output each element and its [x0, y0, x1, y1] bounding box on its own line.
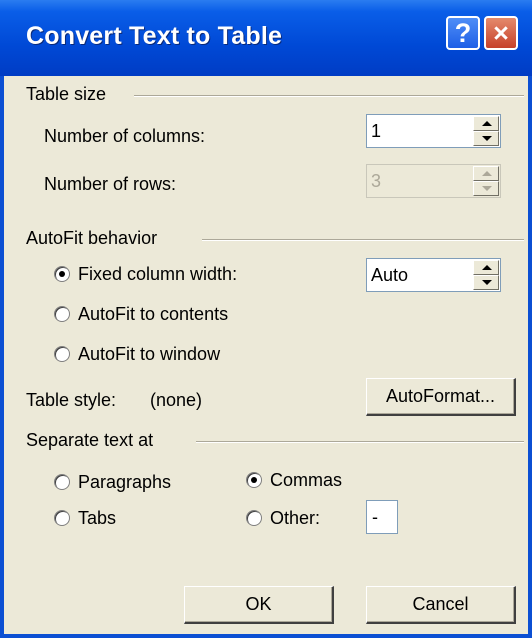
autofit-window-label[interactable]: AutoFit to window	[78, 344, 220, 365]
tabs-radio[interactable]	[54, 510, 70, 526]
rows-label: Number of rows:	[44, 174, 177, 194]
paragraphs-label[interactable]: Paragraphs	[78, 472, 171, 493]
ok-button[interactable]: OK	[184, 586, 334, 624]
table-size-divider	[134, 95, 524, 97]
columns-spinner[interactable]: 1	[366, 114, 501, 148]
table-style-label: Table style:	[26, 390, 117, 410]
rows-spinner: 3	[366, 164, 501, 198]
commas-label[interactable]: Commas	[270, 470, 342, 491]
help-icon: ?	[454, 18, 472, 48]
other-label[interactable]: Other:	[270, 508, 320, 529]
fixed-width-radio[interactable]	[54, 266, 70, 282]
title-bar[interactable]: Convert Text to Table ? ×	[0, 0, 532, 76]
close-button[interactable]: ×	[484, 16, 518, 50]
fixed-width-spinner[interactable]: Auto	[366, 258, 501, 292]
fixed-width-spin-up-icon[interactable]	[473, 260, 499, 275]
columns-spin-down-icon[interactable]	[473, 131, 499, 146]
other-separator-input[interactable]: -	[366, 500, 398, 534]
dialog-title: Convert Text to Table	[26, 22, 283, 50]
other-separator-value[interactable]: -	[372, 507, 378, 528]
fixed-width-label[interactable]: Fixed column width:	[78, 264, 237, 285]
convert-text-to-table-dialog: Convert Text to Table ? × Table size Num…	[0, 0, 532, 638]
autofit-window-radio[interactable]	[54, 346, 70, 362]
columns-label: Number of columns:	[44, 126, 206, 146]
paragraphs-radio[interactable]	[54, 474, 70, 490]
autoformat-button[interactable]: AutoFormat...	[366, 378, 516, 416]
autofit-contents-radio[interactable]	[54, 306, 70, 322]
rows-value: 3	[371, 171, 382, 191]
table-style-value: (none)	[150, 390, 203, 410]
other-radio[interactable]	[246, 510, 262, 526]
help-button[interactable]: ?	[446, 16, 480, 50]
fixed-width-spin-down-icon[interactable]	[473, 275, 499, 290]
rows-spin-up-icon	[473, 166, 499, 181]
fixed-width-value[interactable]: Auto	[371, 265, 408, 286]
separate-heading: Separate text at	[26, 430, 154, 450]
tabs-label[interactable]: Tabs	[78, 508, 116, 529]
columns-spin-up-icon[interactable]	[473, 116, 499, 131]
autofit-heading: AutoFit behavior	[26, 228, 158, 248]
separate-divider	[196, 441, 524, 443]
autofit-divider	[202, 239, 524, 241]
close-icon: ×	[493, 18, 509, 48]
autofit-contents-label[interactable]: AutoFit to contents	[78, 304, 228, 325]
rows-spin-down-icon	[473, 181, 499, 196]
commas-radio[interactable]	[246, 472, 262, 488]
table-size-heading: Table size	[26, 84, 107, 104]
columns-value[interactable]: 1	[371, 121, 381, 142]
cancel-button[interactable]: Cancel	[366, 586, 516, 624]
